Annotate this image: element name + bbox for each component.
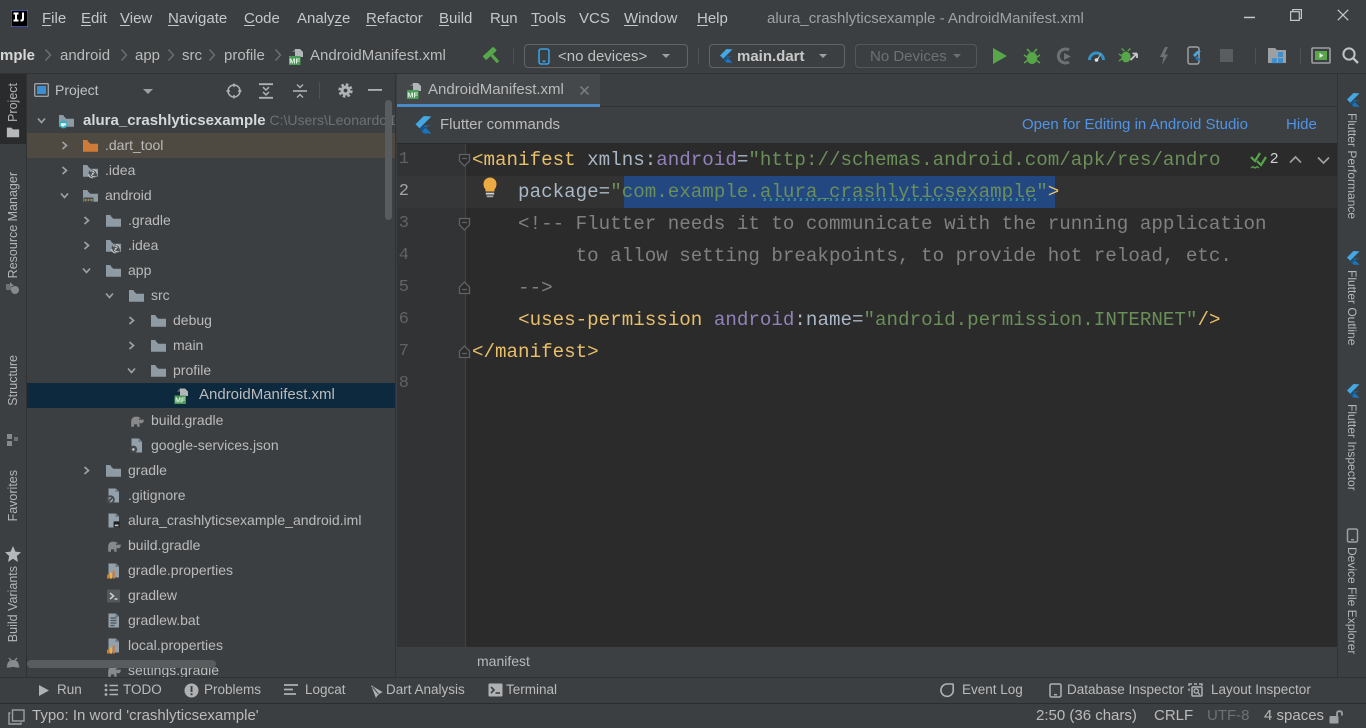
svg-text:MF: MF: [407, 90, 418, 99]
svg-text:MF: MF: [289, 56, 300, 65]
